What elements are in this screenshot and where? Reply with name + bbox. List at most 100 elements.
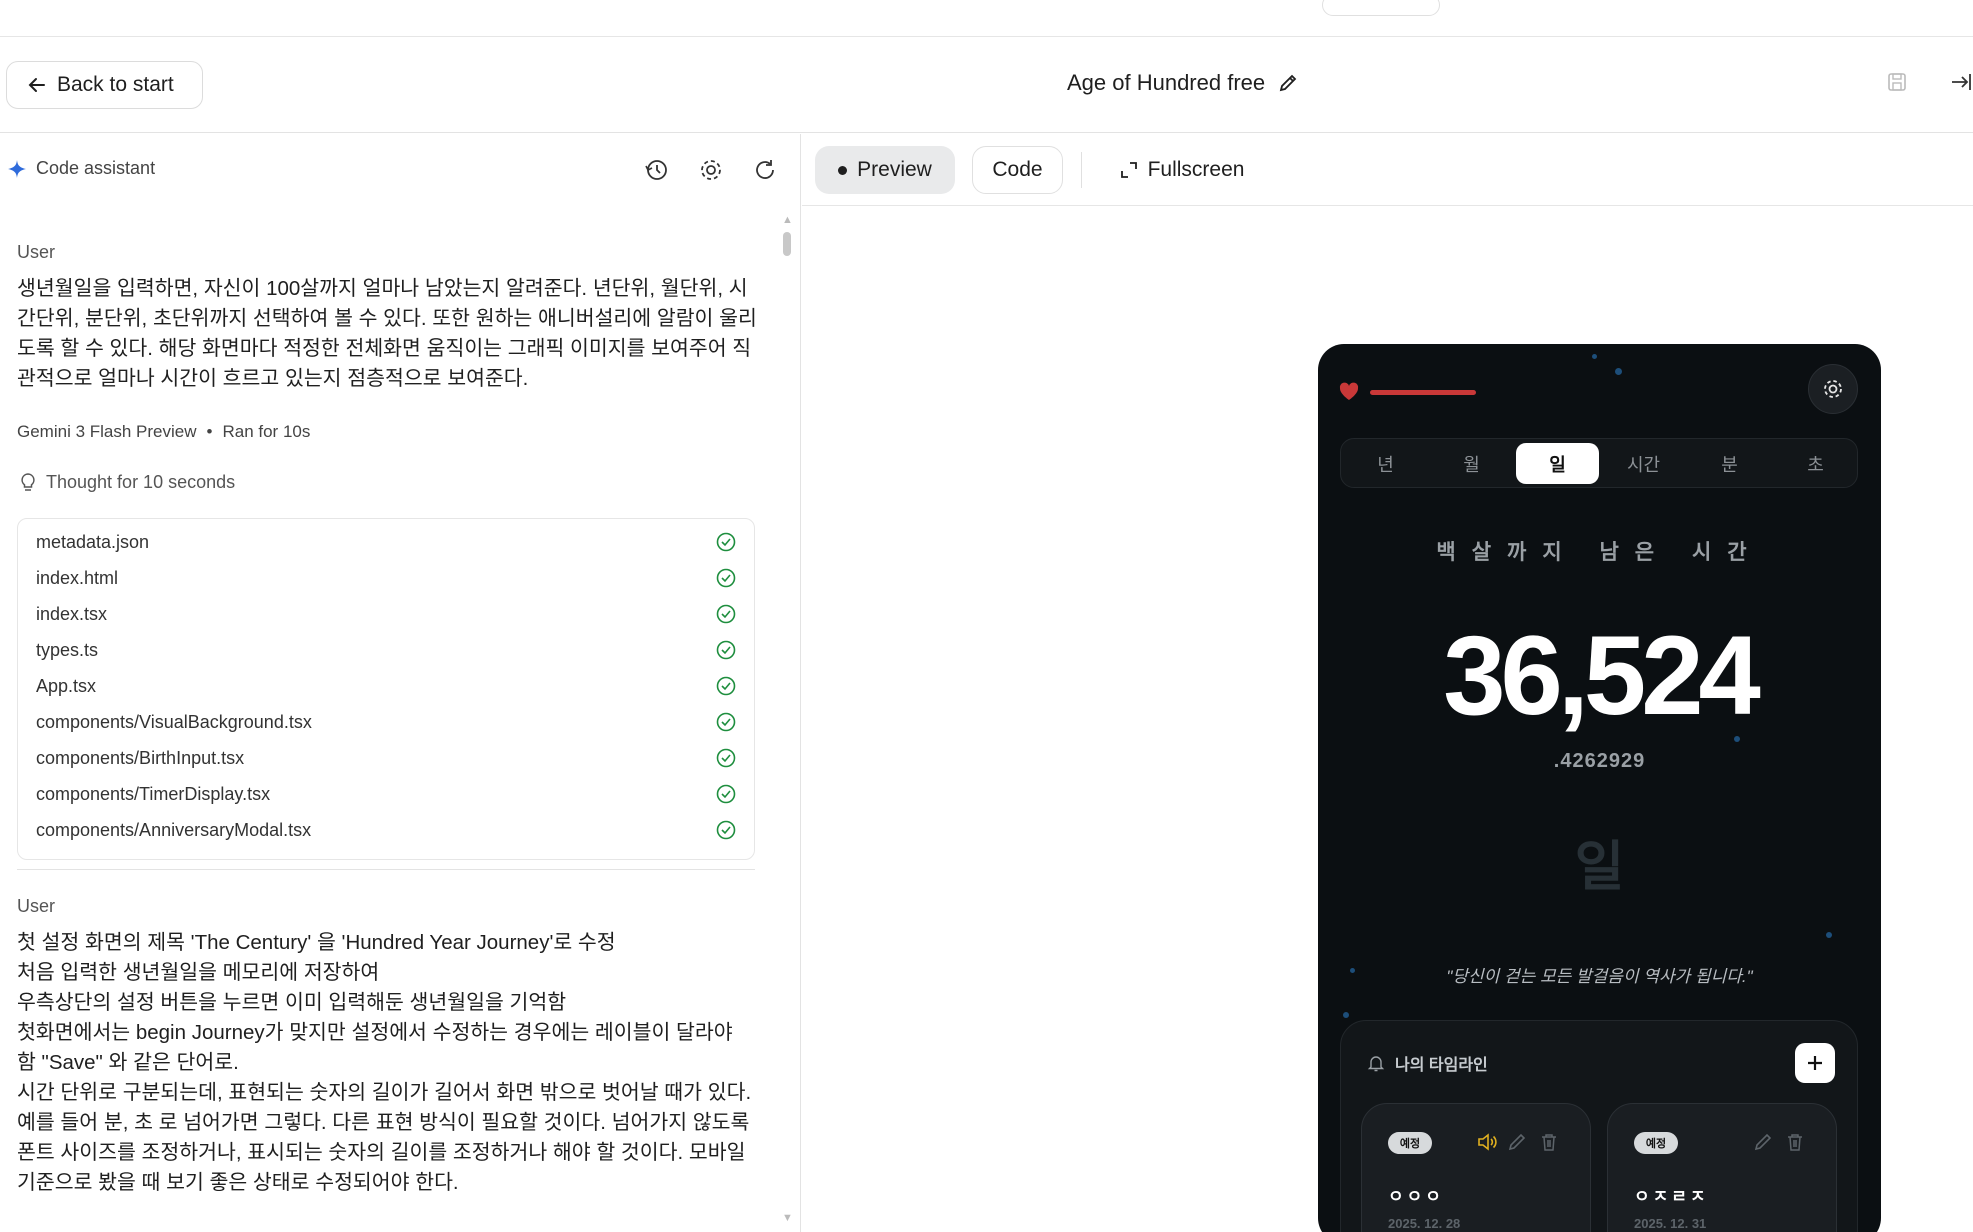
fullscreen-label: Fullscreen — [1147, 158, 1245, 181]
message-divider — [17, 869, 755, 870]
timeline-title: 나의 타임라인 — [1367, 1051, 1488, 1075]
edit-icon[interactable] — [1752, 1131, 1774, 1153]
top-pill[interactable] — [1322, 0, 1440, 16]
card-name: ㅇㅇㅇ — [1388, 1187, 1444, 1206]
scroll-up-arrow[interactable]: ▲ — [782, 214, 793, 226]
fullscreen-button[interactable]: Fullscreen — [1102, 146, 1262, 194]
timeline-card[interactable]: 예정 ㅇㅇㅇ 2025. 12. 28 — [1361, 1103, 1591, 1232]
back-to-start-button[interactable]: Back to start — [6, 61, 203, 109]
check-circle-icon — [716, 532, 736, 552]
preview-panel: Preview Code Fullscreen 년 월 일 시간 분 초 백살까… — [802, 134, 1973, 1232]
status-badge: 예정 — [1388, 1132, 1432, 1154]
tab-code-label: Code — [992, 158, 1043, 181]
scroll-down-arrow[interactable]: ▼ — [782, 1212, 793, 1224]
app-title-text: Age of Hundred free — [1067, 70, 1266, 95]
history-icon[interactable] — [644, 157, 670, 183]
timeline-title-text: 나의 타임라인 — [1395, 1057, 1488, 1074]
run-time: Ran for 10s — [222, 422, 311, 441]
file-name: components/AnniversaryModal.tsx — [36, 819, 312, 840]
unit-second[interactable]: 초 — [1774, 443, 1857, 484]
thought-toggle[interactable]: Thought for 10 seconds — [20, 472, 235, 493]
settings-gear-icon[interactable] — [698, 157, 724, 183]
star-dot — [1615, 368, 1622, 375]
meta-dot: • — [206, 422, 213, 441]
tab-code[interactable]: Code — [972, 146, 1063, 194]
file-item[interactable]: components/AnniversaryModal.tsx — [36, 815, 736, 845]
check-circle-icon — [716, 712, 736, 732]
preview-tabs: Preview Code Fullscreen — [802, 134, 1973, 206]
file-item[interactable]: components/BirthInput.tsx — [36, 743, 736, 773]
unit-month[interactable]: 월 — [1430, 443, 1513, 484]
file-name: components/BirthInput.tsx — [36, 747, 245, 768]
add-anniversary-button[interactable] — [1795, 1043, 1835, 1083]
remaining-label: 백살까지 남은 시간 — [1436, 541, 1763, 564]
file-name: components/VisualBackground.tsx — [36, 711, 312, 732]
trash-icon[interactable] — [1538, 1131, 1560, 1153]
tab-preview-label: Preview — [857, 158, 932, 181]
card-name: ㅇㅈㄹㅈ — [1634, 1187, 1709, 1206]
fullscreen-icon — [1120, 162, 1137, 178]
tab-separator — [1081, 152, 1082, 188]
back-label: Back to start — [57, 73, 174, 96]
file-item[interactable]: index.tsx — [36, 599, 736, 629]
trash-icon[interactable] — [1784, 1131, 1806, 1153]
active-dot-icon — [838, 165, 848, 175]
edit-pencil-icon[interactable] — [1277, 72, 1299, 94]
message-line: 시간 단위로 구분되는데, 표현되는 숫자의 길이가 길어서 화면 밖으로 벗어… — [17, 1081, 752, 1194]
file-name: components/TimerDisplay.tsx — [36, 783, 271, 804]
app-preview-frame: 년 월 일 시간 분 초 백살까지 남은 시간 36,524 .4262929 … — [1318, 344, 1881, 1232]
file-item[interactable]: components/VisualBackground.tsx — [36, 707, 736, 737]
lightbulb-icon — [21, 472, 35, 491]
scrollbar[interactable]: ▲ ▼ — [780, 214, 794, 1224]
arrow-left-icon — [28, 78, 45, 92]
life-progress-bar — [1370, 390, 1476, 395]
tab-preview[interactable]: Preview — [815, 146, 955, 194]
card-date: 2025. 12. 28 — [1388, 1216, 1461, 1231]
star-dot — [1592, 354, 1597, 359]
unit-minute[interactable]: 분 — [1688, 443, 1771, 484]
message-line: 우측상단의 설정 버튼을 누르면 이미 입력해둔 생년월일을 기억함 — [17, 991, 567, 1014]
check-circle-icon — [716, 820, 736, 840]
unit-day[interactable]: 일 — [1516, 443, 1599, 484]
save-icon[interactable] — [1886, 71, 1908, 93]
thought-text: Thought for 10 seconds — [46, 472, 236, 492]
message-line: 처음 입력한 생년월일을 메모리에 저장하여 — [17, 961, 380, 984]
check-circle-icon — [716, 604, 736, 624]
file-item[interactable]: index.html — [36, 563, 736, 593]
file-name: index.tsx — [36, 603, 108, 624]
remaining-decimal: .4262929 — [1553, 750, 1646, 772]
card-date: 2025. 12. 31 — [1634, 1216, 1707, 1231]
model-meta: Gemini 3 Flash Preview • Ran for 10s — [17, 422, 310, 442]
app-title: Age of Hundred free — [1067, 70, 1299, 96]
gear-icon — [1824, 380, 1842, 398]
check-circle-icon — [716, 640, 736, 660]
edit-icon[interactable] — [1506, 1131, 1528, 1153]
plus-icon — [1808, 1056, 1822, 1070]
file-item[interactable]: components/TimerDisplay.tsx — [36, 779, 736, 809]
file-name: App.tsx — [36, 675, 97, 696]
app-header: Back to start Age of Hundred free — [0, 37, 1973, 133]
check-circle-icon — [716, 784, 736, 804]
unit-hour[interactable]: 시간 — [1602, 443, 1685, 484]
speaker-icon[interactable] — [1476, 1131, 1498, 1153]
file-name: types.ts — [36, 639, 99, 660]
timeline-card[interactable]: 예정 ㅇㅈㄹㅈ 2025. 12. 31 — [1607, 1103, 1837, 1232]
scroll-thumb[interactable] — [783, 232, 791, 256]
share-icon[interactable] — [1950, 71, 1972, 93]
file-item[interactable]: App.tsx — [36, 671, 736, 701]
timeline-panel: 나의 타임라인 예정 ㅇㅇㅇ 2025. 12. 28 예정 ㅇㅈㄹㅈ 2025… — [1340, 1020, 1858, 1232]
message-line: 첫화면에서는 begin Journey가 맞지만 설정에서 수정하는 경우에는… — [17, 1021, 733, 1074]
unit-watermark: 일 — [1574, 837, 1625, 897]
unit-year[interactable]: 년 — [1344, 443, 1427, 484]
assistant-label: Code assistant — [8, 158, 155, 179]
star-dot — [1826, 932, 1832, 938]
app-settings-button[interactable] — [1808, 364, 1858, 414]
unit-selector: 년 월 일 시간 분 초 — [1340, 438, 1858, 488]
file-item[interactable]: types.ts — [36, 635, 736, 665]
sparkle-icon — [8, 159, 26, 178]
user-message: 생년월일을 입력하면, 자신이 100살까지 얼마나 남았는지 알려준다. 년단… — [17, 277, 757, 390]
file-list: metadata.json index.html index.tsx types… — [17, 518, 755, 860]
file-item[interactable]: metadata.json — [36, 527, 736, 557]
refresh-icon[interactable] — [752, 157, 778, 183]
code-assistant-panel: Code assistant ▲ ▼ User 생년월일을 입력하면, 자신이 … — [0, 134, 801, 1232]
